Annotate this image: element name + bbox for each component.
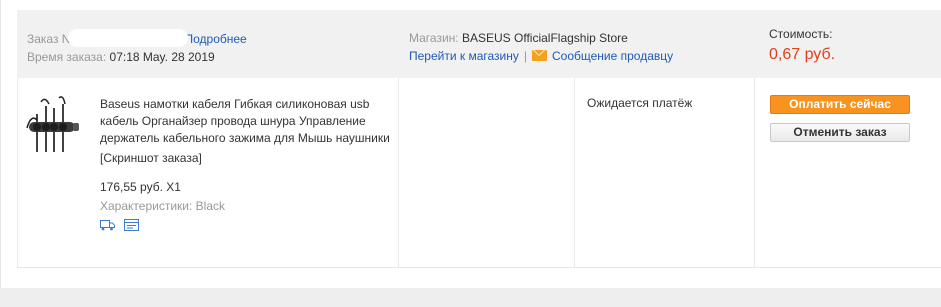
redacted-order-number <box>68 29 189 47</box>
order-time-label: Время заказа: <box>27 50 107 64</box>
order-time-row: Время заказа: 07:18 May. 28 2019 <box>27 48 247 66</box>
order-number-row: Заказ N Подробнее <box>27 29 247 48</box>
order-screenshot-link[interactable]: [Скриншот заказа] <box>100 150 400 167</box>
order-card: Заказ N Подробнее Время заказа: 07:18 May… <box>0 0 941 288</box>
cost-value: 0,67 руб. <box>769 46 836 63</box>
link-separator: | <box>523 49 527 63</box>
cancel-order-button[interactable]: Отменить заказ <box>770 123 910 142</box>
store-label: Магазин: <box>409 31 459 45</box>
message-seller-link[interactable]: Сообщение продавцу <box>552 49 673 63</box>
delivery-truck-icon[interactable] <box>100 219 115 231</box>
store-links-row: Перейти к магазину | Сообщение продавцу <box>409 47 673 65</box>
column-divider <box>754 78 755 267</box>
product-info: Baseus намотки кабеля Гибкая силиконовая… <box>100 96 400 231</box>
product-thumbnail[interactable] <box>23 94 81 154</box>
order-details-link[interactable]: Подробнее <box>184 32 246 46</box>
order-status: Ожидается платёж <box>587 96 693 110</box>
column-divider <box>17 78 18 267</box>
product-properties: Характеристики: Black <box>100 199 225 213</box>
product-price: 176,55 руб. X1 <box>100 180 181 194</box>
mail-icon[interactable] <box>532 50 547 61</box>
store-info: Магазин: BASEUS OfficialFlagship Store П… <box>409 29 673 65</box>
product-icon-row <box>100 219 400 231</box>
order-snapshot-icon[interactable] <box>124 219 139 231</box>
order-info: Заказ N Подробнее Время заказа: 07:18 May… <box>27 29 247 66</box>
store-name: BASEUS OfficialFlagship Store <box>461 31 628 45</box>
cost-label: Стоимость: <box>769 27 833 41</box>
order-body: Baseus намотки кабеля Гибкая силиконовая… <box>17 78 941 268</box>
order-number-label: Заказ N <box>27 32 71 46</box>
pay-now-button[interactable]: Оплатить сейчас <box>770 95 910 114</box>
order-header: Заказ N Подробнее Время заказа: 07:18 May… <box>17 10 941 78</box>
column-divider <box>574 78 575 267</box>
order-cost: Стоимость: 0,67 руб. <box>769 27 835 64</box>
order-actions: Оплатить сейчас Отменить заказ <box>770 95 910 142</box>
go-to-store-link[interactable]: Перейти к магазину <box>409 49 519 63</box>
product-title[interactable]: Baseus намотки кабеля Гибкая силиконовая… <box>100 96 400 147</box>
store-row: Магазин: BASEUS OfficialFlagship Store <box>409 29 673 47</box>
order-time-value: 07:18 May. 28 2019 <box>109 50 215 64</box>
